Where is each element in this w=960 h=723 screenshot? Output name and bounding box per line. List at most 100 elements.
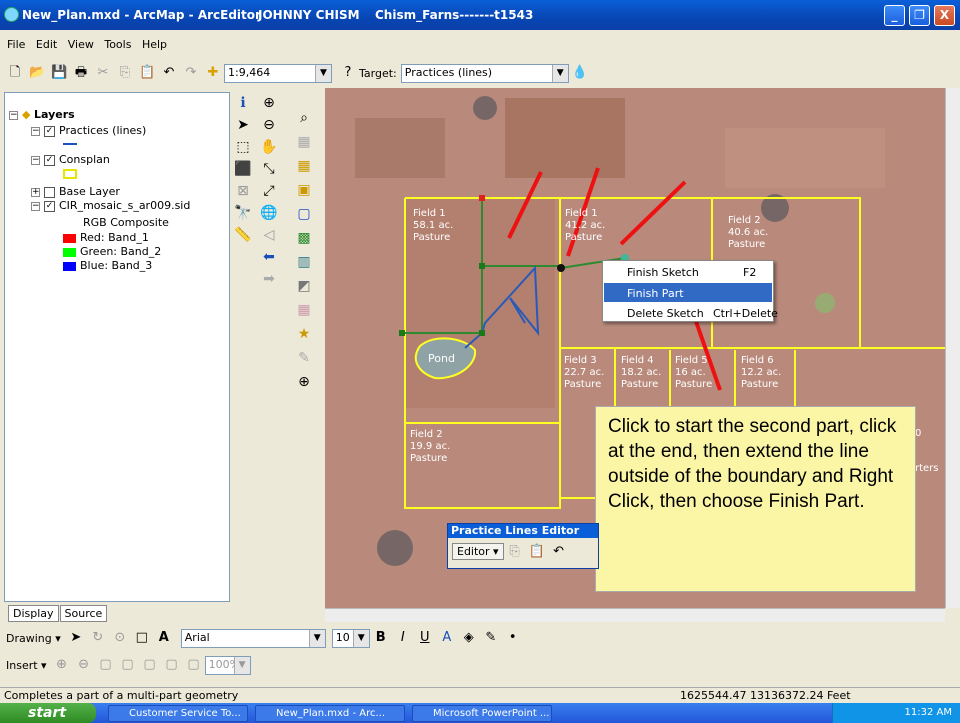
zoom-in-fixed-icon[interactable]: ⊕ (54, 657, 70, 673)
taskbar-item[interactable]: Microsoft PowerPoint ... (412, 705, 552, 722)
chevron-down-icon[interactable]: ▼ (551, 64, 568, 82)
zoom-out-icon[interactable]: ⊖ (258, 117, 280, 133)
menu-item-finish-sketch[interactable]: Finish Sketch (627, 266, 699, 279)
chevron-down-icon[interactable]: ▼ (315, 64, 331, 82)
rectangle-icon[interactable]: □ (134, 630, 150, 646)
add-data-icon[interactable]: ✚ (205, 65, 221, 81)
taskbar-item[interactable]: Customer Service To... (108, 705, 248, 722)
vertical-scrollbar[interactable] (945, 88, 960, 608)
zoom-in-icon[interactable]: ⊕ (258, 95, 280, 111)
page-icon[interactable]: ▢ (98, 657, 114, 673)
print-icon[interactable]: 🖶 (73, 65, 89, 81)
save-icon[interactable]: 💾 (51, 65, 67, 81)
sketch-tool-icon[interactable]: ◩ (292, 278, 316, 294)
target-combo[interactable]: Practices (lines) ▼ (400, 63, 569, 83)
menu-file[interactable]: File (7, 38, 25, 51)
pan-icon[interactable]: ✋ (258, 139, 280, 155)
text-icon[interactable]: A (156, 630, 172, 646)
sketch-vertex[interactable] (557, 264, 565, 272)
sketch-vertex[interactable] (399, 330, 405, 336)
magnifier-icon[interactable]: ⌕ (292, 110, 316, 126)
italic-icon[interactable]: I (395, 630, 411, 646)
find-icon[interactable]: 🔭 (232, 205, 254, 221)
frame-tool-icon[interactable]: ▢ (292, 206, 316, 222)
chevron-down-icon[interactable]: ▼ (352, 629, 369, 647)
back-extent-icon[interactable]: ⬅ (258, 249, 280, 265)
copy-icon[interactable]: ⎘ (117, 65, 133, 81)
chart-tool-icon[interactable]: ▥ (292, 254, 316, 270)
undo-icon[interactable]: ↶ (161, 65, 177, 81)
horizontal-scrollbar[interactable] (325, 608, 945, 622)
new-icon[interactable]: 🗋 (7, 65, 23, 81)
layer-row[interactable]: − ✓ CIR_mosaic_s_ar009.sid (31, 199, 190, 212)
whats-this-icon[interactable]: ? (340, 65, 356, 81)
select-elements-icon[interactable]: ➤ (68, 630, 84, 646)
cut-icon[interactable]: ✂ (95, 65, 111, 81)
rotate-icon[interactable]: ↻ (90, 630, 106, 646)
redo-icon[interactable]: ↷ (183, 65, 199, 81)
collapse-icon[interactable]: − (31, 155, 40, 165)
identify-icon[interactable]: ℹ (232, 95, 254, 111)
edit-tool-icon[interactable]: ▦ (292, 158, 316, 174)
undo-icon[interactable]: ↶ (551, 544, 567, 560)
bold-icon[interactable]: B (373, 630, 389, 646)
fill-color-icon[interactable]: ◈ (461, 630, 477, 646)
select-features-icon[interactable]: ⬚ (232, 139, 254, 155)
page-icon[interactable]: ▢ (186, 657, 202, 673)
page-icon[interactable]: ▢ (120, 657, 136, 673)
chevron-down-icon[interactable]: ▼ (308, 629, 325, 647)
chevron-down-icon[interactable]: ▼ (233, 656, 250, 674)
collapse-icon[interactable]: − (31, 126, 40, 136)
tab-source[interactable]: Source (59, 605, 108, 622)
menu-item-delete-sketch[interactable]: Delete Sketch (627, 307, 704, 320)
maximize-button[interactable]: ❐ (909, 5, 930, 26)
line-color-icon[interactable]: ✎ (483, 630, 499, 646)
grid-tool-icon[interactable]: ▦ (292, 302, 316, 318)
editor-toolbar-icon[interactable]: 💧 (572, 65, 588, 81)
font-combo[interactable]: Arial ▼ (180, 628, 326, 648)
tab-display[interactable]: Display (8, 605, 59, 622)
font-size-combo[interactable]: 10 ▼ (331, 628, 370, 648)
star-tool-icon[interactable]: ★ (292, 326, 316, 342)
open-icon[interactable]: 📂 (29, 65, 45, 81)
layer-row[interactable]: + Base Layer (31, 185, 120, 198)
menu-help[interactable]: Help (142, 38, 167, 51)
fixed-zoom-in-icon[interactable]: ⤡ (258, 161, 280, 177)
sketch-vertex[interactable] (479, 330, 485, 336)
start-button[interactable]: start (0, 703, 96, 723)
layer-checkbox[interactable]: ✓ (44, 125, 55, 137)
go-back-icon[interactable]: ◁ (258, 227, 280, 243)
marker-color-icon[interactable]: • (505, 630, 521, 646)
menu-edit[interactable]: Edit (36, 38, 57, 51)
fixed-zoom-out-icon[interactable]: ⤢ (258, 183, 280, 199)
layer-row[interactable]: − ✓ Practices (lines) (31, 124, 146, 137)
image-tool-icon[interactable]: ▩ (292, 230, 316, 246)
font-color-icon[interactable]: A (439, 630, 455, 646)
full-extent-icon[interactable]: 🌐 (258, 205, 280, 221)
scale-combo[interactable]: 1:9,464 ▼ (224, 63, 332, 83)
box-tool-icon[interactable]: ▣ (292, 182, 316, 198)
select-elements-icon[interactable]: ⬛ (232, 161, 254, 177)
layer-row[interactable]: − ✓ Consplan (31, 153, 110, 166)
page-icon[interactable]: ▢ (142, 657, 158, 673)
underline-icon[interactable]: U (417, 630, 433, 646)
close-button[interactable]: X (934, 5, 955, 26)
zoom-page-icon[interactable]: ⊙ (112, 630, 128, 646)
layer-checkbox[interactable]: ✓ (44, 200, 55, 212)
paste-icon[interactable]: 📋 (139, 65, 155, 81)
menu-view[interactable]: View (68, 38, 94, 51)
minimize-button[interactable]: _ (884, 5, 905, 26)
drawing-menu[interactable]: Drawing ▾ (6, 632, 61, 645)
pencil-icon[interactable]: ✎ (292, 350, 316, 366)
expand-icon[interactable]: + (31, 187, 40, 197)
taskbar-item[interactable]: New_Plan.mxd - Arc... (255, 705, 405, 722)
paste-icon[interactable]: 📋 (529, 544, 545, 560)
forward-extent-icon[interactable]: ➡ (258, 271, 280, 287)
zoom-out-fixed-icon[interactable]: ⊖ (76, 657, 92, 673)
collapse-icon[interactable]: − (31, 201, 40, 211)
zoom-combo[interactable]: 100% ▼ (204, 655, 251, 675)
sketch-vertex[interactable] (479, 263, 485, 269)
sketch-vertex[interactable] (479, 195, 485, 201)
insert-menu[interactable]: Insert ▾ (6, 659, 47, 672)
clear-selection-icon[interactable]: ⊠ (232, 183, 254, 199)
